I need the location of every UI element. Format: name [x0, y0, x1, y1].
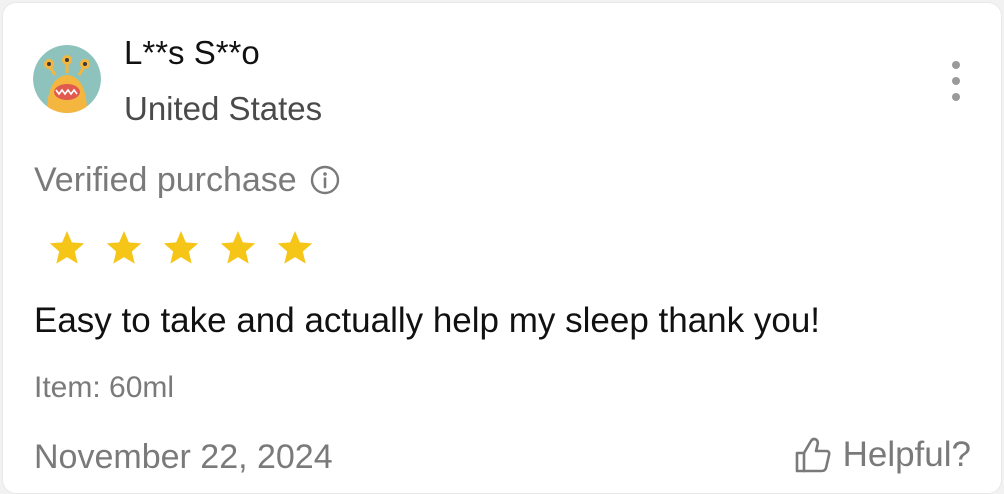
star-icon	[220, 231, 256, 264]
reviewer-country: United States	[124, 90, 323, 127]
more-vertical-icon-dot	[952, 77, 960, 85]
helpful-label: Helpful?	[842, 435, 971, 474]
review-date: November 22, 2024	[34, 438, 333, 476]
monster-avatar-icon	[33, 45, 101, 113]
star-icon	[277, 231, 313, 264]
star-icon	[106, 231, 142, 264]
more-options-button[interactable]	[941, 59, 971, 103]
star-icon	[49, 231, 85, 264]
star-icon	[163, 231, 199, 264]
review-card: L**s S**o United States Verified purchas…	[2, 2, 1002, 494]
verified-purchase-label: Verified purchase	[34, 161, 297, 199]
item-variant: Item: 60ml	[34, 371, 175, 404]
more-vertical-icon	[952, 61, 960, 69]
info-circle-icon[interactable]	[309, 164, 341, 196]
more-vertical-icon-dot	[952, 93, 960, 101]
thumbs-up-icon	[795, 437, 831, 473]
reviewer-name: L**s S**o	[124, 34, 260, 71]
verified-purchase-row: Verified purchase	[34, 159, 341, 201]
reviewer-avatar	[33, 45, 101, 113]
star-rating	[47, 228, 315, 268]
helpful-button[interactable]: Helpful?	[793, 433, 971, 477]
review-text: Easy to take and actually help my sleep …	[34, 301, 821, 340]
